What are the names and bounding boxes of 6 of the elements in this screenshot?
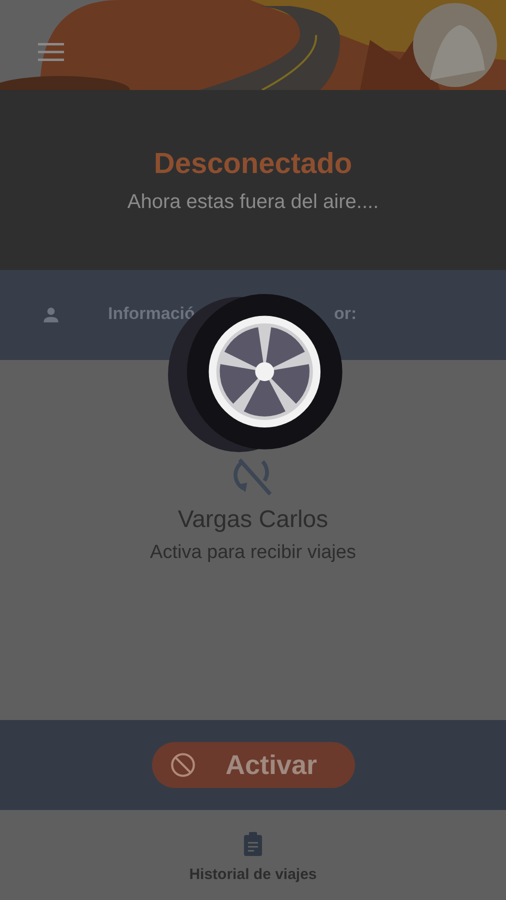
ban-icon bbox=[170, 752, 196, 778]
clipboard-icon bbox=[242, 832, 264, 856]
status-subtitle: Ahora estas fuera del aire.... bbox=[127, 191, 379, 214]
status-title: Desconectado bbox=[154, 148, 352, 181]
menu-icon[interactable] bbox=[38, 43, 64, 61]
activate-button[interactable]: Activar bbox=[152, 742, 354, 788]
